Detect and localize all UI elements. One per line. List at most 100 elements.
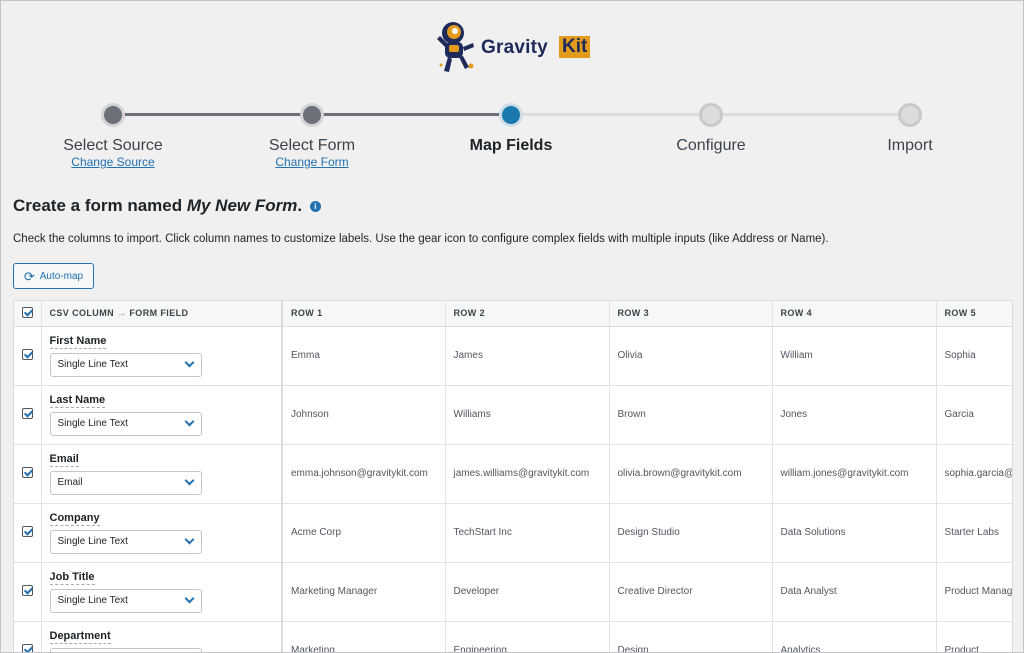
- instructions-text: Check the columns to import. Click colum…: [13, 233, 829, 245]
- row-5-header: ROW 5: [936, 301, 1012, 327]
- field-type-select[interactable]: Single Line Text: [49, 352, 202, 377]
- row-1-header: ROW 1: [282, 301, 446, 327]
- field-mapping-table: CSV COLUMN → FORM FIELD ROW 1 ROW 2 ROW 3 …: [13, 300, 1013, 652]
- field-mapping-cell: Department Single Line Text: [41, 621, 283, 652]
- cell-value: William: [772, 326, 937, 386]
- field-type-select[interactable]: Single Line Text: [49, 588, 202, 613]
- row-checkbox-cell: [14, 444, 42, 504]
- cell-value: James: [445, 326, 610, 386]
- column-name-label[interactable]: Email: [49, 453, 79, 467]
- cell-value: Williams: [445, 385, 610, 445]
- row-checkbox[interactable]: [21, 466, 33, 478]
- column-name-label[interactable]: Job Title: [49, 571, 95, 585]
- select-all-checkbox[interactable]: [21, 306, 33, 318]
- cell-value: olivia.brown@gravitykit.com: [609, 444, 773, 504]
- field-type-value: Email: [57, 477, 83, 488]
- cell-value: Developer: [445, 562, 610, 622]
- importer-frame: Gravity Kit Select Source Change Source …: [0, 0, 1024, 653]
- chevron-down-icon: [184, 357, 194, 368]
- astronaut-icon: [437, 22, 474, 72]
- row-checkbox[interactable]: [21, 348, 33, 360]
- cell-value: Creative Director: [609, 562, 773, 622]
- chevron-down-icon: [184, 416, 194, 427]
- table-header-row: CSV COLUMN → FORM FIELD ROW 1 ROW 2 ROW 3 …: [14, 301, 1012, 327]
- step-dot-map-fields: [499, 103, 523, 127]
- row-checkbox-cell: [14, 621, 42, 652]
- cell-value: sophia.garcia@gravitykit.com: [936, 444, 1012, 504]
- cell-value: Sophia: [936, 326, 1012, 386]
- title-prefix: Create a form named: [13, 196, 187, 215]
- cell-value: emma.johnson@gravitykit.com: [282, 444, 446, 504]
- step-label-map-fields: Map Fields: [469, 137, 553, 154]
- gravitykit-logo: Gravity Kit: [435, 17, 605, 79]
- table-row: Company Single Line Text Acme Corp TechS…: [14, 503, 1012, 563]
- field-mapping-cell: Last Name Single Line Text: [41, 385, 283, 445]
- cell-value: Data Analyst: [772, 562, 937, 622]
- refresh-icon: ⟳: [23, 268, 35, 284]
- field-mapping-cell: Company Single Line Text: [41, 503, 283, 563]
- column-name-label[interactable]: Last Name: [49, 394, 106, 408]
- form-field-header: FORM FIELD: [129, 308, 189, 319]
- row-checkbox[interactable]: [21, 525, 33, 537]
- cell-value: Product Manager: [936, 562, 1012, 622]
- cell-value: Olivia: [609, 326, 773, 386]
- cell-value: Jones: [772, 385, 937, 445]
- column-name-label[interactable]: First Name: [49, 335, 107, 349]
- row-checkbox[interactable]: [21, 643, 33, 652]
- csv-to-form-header: CSV COLUMN → FORM FIELD: [41, 301, 283, 327]
- cell-value: Marketing Manager: [282, 562, 446, 622]
- change-form-link[interactable]: Change Form: [212, 155, 412, 169]
- cell-value: Garcia: [936, 385, 1012, 445]
- field-type-select[interactable]: Single Line Text: [49, 647, 202, 652]
- cell-value: Johnson: [282, 385, 446, 445]
- cell-value: Engineering: [445, 621, 610, 652]
- cell-value: Design: [609, 621, 773, 652]
- step-label-select-form: Select Form: [268, 137, 356, 154]
- cell-value: james.williams@gravitykit.com: [445, 444, 610, 504]
- step-dot-import: [898, 103, 922, 127]
- auto-map-button[interactable]: ⟳ Auto-map: [13, 263, 94, 289]
- row-3-header: ROW 3: [609, 301, 773, 327]
- field-type-select[interactable]: Single Line Text: [49, 411, 202, 436]
- table-row: Last Name Single Line Text Johnson Willi…: [14, 385, 1012, 445]
- cell-value: TechStart Inc: [445, 503, 610, 563]
- progress-stepper: Select Source Change Source Select Form …: [1, 99, 1023, 179]
- cell-value: Product: [936, 621, 1012, 652]
- csv-column-header: CSV COLUMN: [49, 308, 114, 319]
- row-checkbox-cell: [14, 326, 42, 386]
- info-icon[interactable]: i: [309, 201, 321, 212]
- form-name: My New Form: [186, 196, 298, 215]
- chevron-down-icon: [184, 475, 194, 486]
- cell-value: Starter Labs: [936, 503, 1012, 563]
- field-mapping-cell: Job Title Single Line Text: [41, 562, 283, 622]
- brand-name: Gravity: [481, 37, 548, 58]
- field-mapping-cell: Email Email: [41, 444, 283, 504]
- cell-value: Data Solutions: [772, 503, 937, 563]
- cell-value: Acme Corp: [282, 503, 446, 563]
- column-name-label[interactable]: Company: [49, 512, 100, 526]
- cell-value: Marketing: [282, 621, 446, 652]
- step-dot-select-source: [101, 103, 125, 127]
- step-dot-configure: [699, 103, 723, 127]
- field-type-value: Single Line Text: [57, 359, 128, 370]
- cell-value: william.jones@gravitykit.com: [772, 444, 937, 504]
- field-mapping-cell: First Name Single Line Text: [41, 326, 283, 386]
- row-4-header: ROW 4: [772, 301, 937, 327]
- select-all-cell: [14, 301, 42, 327]
- row-checkbox[interactable]: [21, 584, 33, 596]
- step-label-select-source: Select Source: [63, 137, 163, 154]
- field-type-value: Single Line Text: [57, 595, 128, 606]
- chevron-down-icon: [184, 593, 194, 604]
- column-name-label[interactable]: Department: [49, 630, 111, 644]
- cell-value: Brown: [609, 385, 773, 445]
- field-type-value: Single Line Text: [57, 418, 128, 429]
- field-type-select[interactable]: Email: [49, 470, 202, 495]
- table-row: First Name Single Line Text Emma James O…: [14, 326, 1012, 386]
- row-checkbox[interactable]: [21, 407, 33, 419]
- step-label-configure: Configure: [676, 137, 746, 154]
- change-source-link[interactable]: Change Source: [13, 155, 213, 169]
- cell-value: Analytics: [772, 621, 937, 652]
- field-type-select[interactable]: Single Line Text: [49, 529, 202, 554]
- step-label-import: Import: [887, 137, 933, 154]
- title-suffix: .: [297, 196, 303, 215]
